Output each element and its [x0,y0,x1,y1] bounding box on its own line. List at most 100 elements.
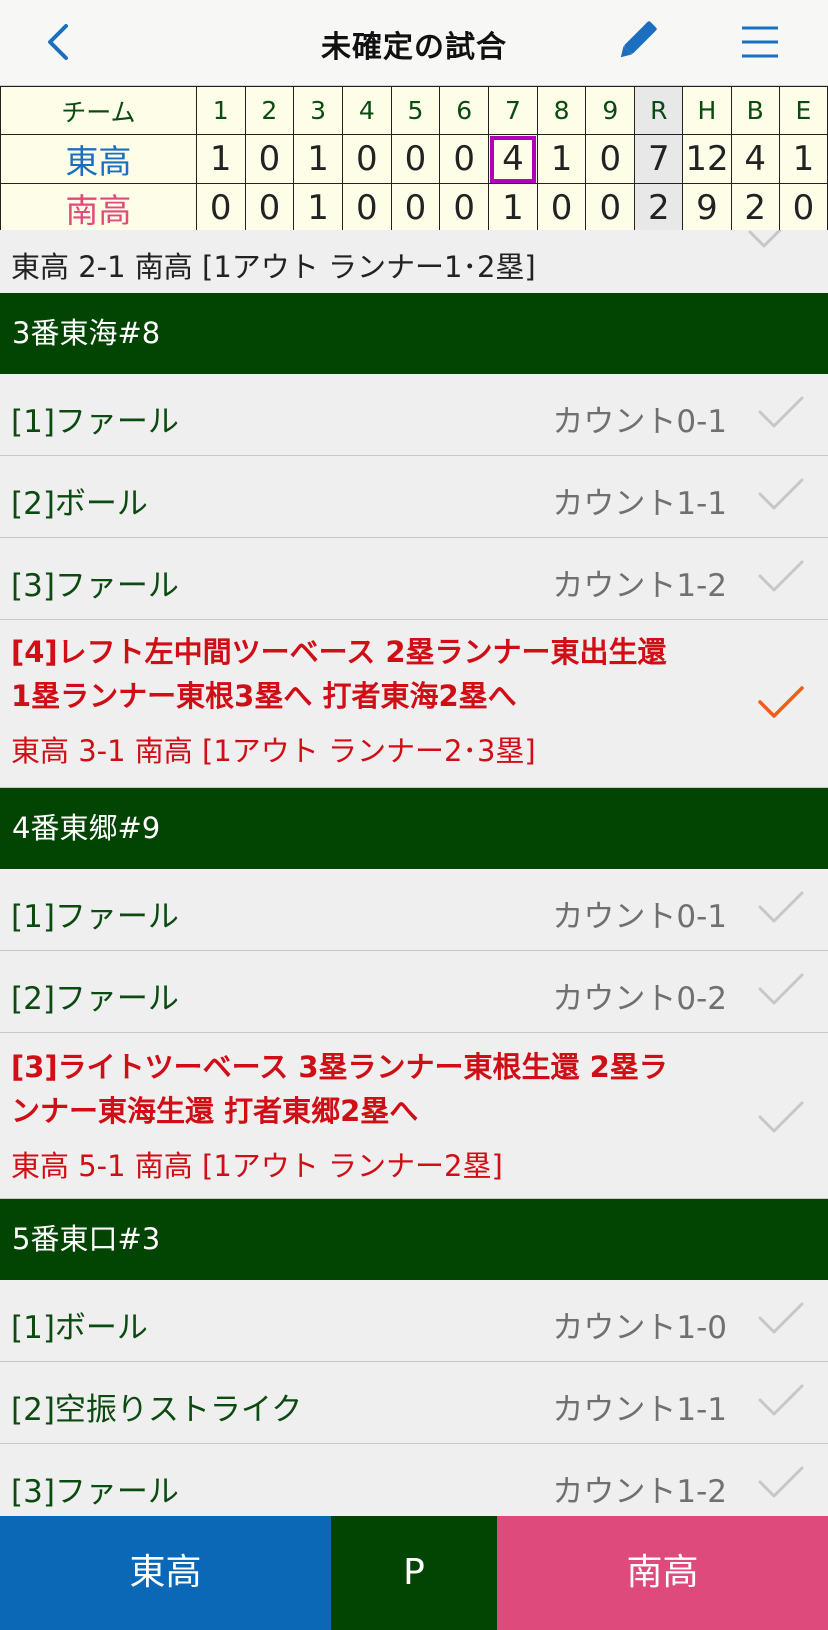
scoreboard-table: チーム 1 2 3 4 5 6 7 8 9 R H B E 東高 1 0 1 0 [0,86,828,233]
inning-score[interactable]: 0 [195,183,246,233]
pitch-count: カウント0-2 [552,981,727,1017]
pitch-count: カウント0-1 [552,404,727,440]
runs-header: R [634,86,684,135]
check-icon[interactable] [754,887,808,927]
check-icon[interactable] [744,230,798,252]
edit-button[interactable] [612,16,662,66]
pitch-label: [1]ボール [11,1310,148,1346]
pitch-row[interactable]: [2]ファール カウント0-2 [0,951,828,1033]
batter-header[interactable]: 5番東口#3 [0,1199,828,1280]
hits-total: 12 [682,134,732,184]
bases-total: 4 [730,134,780,184]
inning-header: 7 [488,86,538,135]
check-icon[interactable] [754,969,808,1009]
pitch-row[interactable]: [2]空振りストライク カウント1-1 [0,1362,828,1444]
check-icon[interactable] [754,392,808,432]
inning-score[interactable]: 0 [244,183,295,233]
check-icon-selected[interactable] [754,682,808,722]
inning-score[interactable]: 0 [439,134,490,184]
inning-score[interactable]: 0 [585,183,636,233]
runs-total: 2 [634,183,684,233]
pitch-label: [1]ファール [11,404,179,440]
inning-score[interactable]: 0 [390,134,441,184]
check-icon[interactable] [754,1380,808,1420]
pitch-row[interactable]: [1]ファール カウント0-1 [0,374,828,456]
inning-score[interactable]: 1 [293,183,343,233]
tab-south-team[interactable]: 南高 [497,1516,828,1630]
inning-header: 4 [341,86,392,135]
check-icon[interactable] [754,1097,808,1137]
inning-score[interactable]: 0 [341,183,392,233]
menu-button[interactable] [738,20,782,64]
pitch-label: [2]空振りストライク [11,1392,303,1428]
team-name-south: 南高 [0,183,197,233]
play-event-line: ンナー東海生還 打者東郷2塁へ [11,1094,419,1128]
pitch-label: [1]ファール [11,899,179,935]
pitch-count: カウント1-1 [552,1392,727,1428]
inning-score[interactable]: 0 [439,183,490,233]
check-icon[interactable] [754,1298,808,1338]
play-event-row[interactable]: [4]レフト左中間ツーベース 2塁ランナー東出生還 1塁ランナー東根3塁へ 打者… [0,620,828,788]
inning-header: 8 [536,86,587,135]
pitch-label: [3]ファール [11,568,179,604]
inning-score[interactable]: 0 [536,183,587,233]
pitch-count: カウント1-2 [552,1474,727,1510]
navigation-bar: 未確定の試合 [0,0,828,86]
scoreboard-row-east: 東高 1 0 1 0 0 0 4 1 0 7 12 4 1 [0,134,828,184]
inning-score[interactable]: 0 [390,183,441,233]
situation-summary: 東高 2-1 南高 [1アウト ランナー1･2塁] [11,250,536,284]
tab-east-team[interactable]: 東高 [0,1516,331,1630]
inning-header: 9 [585,86,636,135]
page-title: 未確定の試合 [321,30,507,65]
play-event-line: [4]レフト左中間ツーベース 2塁ランナー東出生還 [11,635,667,669]
pitch-row[interactable]: [3]ファール カウント1-2 [0,1444,828,1516]
check-icon[interactable] [754,474,808,514]
menu-icon [742,26,778,58]
inning-header: 3 [293,86,343,135]
pitch-count: カウント1-1 [552,486,727,522]
inning-score[interactable]: 1 [195,134,246,184]
pitch-count: カウント1-0 [552,1310,727,1346]
play-event-row[interactable]: [3]ライトツーベース 3塁ランナー東根生還 2塁ラ ンナー東海生還 打者東郷2… [0,1033,828,1199]
inning-score[interactable]: 1 [488,183,538,233]
inning-score[interactable]: 1 [536,134,587,184]
tab-pitcher[interactable]: P [331,1516,497,1630]
play-feed[interactable]: 東高 2-1 南高 [1アウト ランナー1･2塁] 3番東海#8 [1]ファール… [0,230,828,1516]
inning-header: 2 [244,86,295,135]
batter-header[interactable]: 4番東郷#9 [0,788,828,869]
inning-score[interactable]: 1 [293,134,343,184]
pitch-row[interactable]: [1]ボール カウント1-0 [0,1280,828,1362]
scoreboard-row-south: 南高 0 0 1 0 0 0 1 0 0 2 9 2 0 [0,183,828,233]
inning-score[interactable]: 0 [244,134,295,184]
current-inning-score[interactable]: 4 [488,134,538,184]
inning-score[interactable]: 0 [585,134,636,184]
team-name-east: 東高 [0,134,197,184]
hits-header: H [682,86,732,135]
pencil-icon [620,21,657,58]
play-event-score: 東高 5-1 南高 [1アウト ランナー2塁] [11,1149,503,1183]
scoreboard-header-row: チーム 1 2 3 4 5 6 7 8 9 R H B E [0,86,828,135]
inning-header: 5 [390,86,441,135]
app-root: 未確定の試合 チーム 1 2 3 4 5 6 7 8 9 R H B E 東高 … [0,0,828,1630]
bases-header: B [730,86,780,135]
batter-header[interactable]: 3番東海#8 [0,293,828,374]
runs-total: 7 [634,134,684,184]
inning-header: 6 [439,86,490,135]
pitch-count: カウント1-2 [552,568,727,604]
inning-header: 1 [195,86,246,135]
inning-score[interactable]: 0 [341,134,392,184]
pitch-label: [2]ボール [11,486,148,522]
pitch-label: [2]ファール [11,981,179,1017]
pitch-row[interactable]: [2]ボール カウント1-1 [0,456,828,538]
bases-total: 2 [730,183,780,233]
pitch-row[interactable]: [1]ファール カウント0-1 [0,869,828,951]
pitch-count: カウント0-1 [552,899,727,935]
team-column-header: チーム [0,86,197,135]
hits-total: 9 [682,183,732,233]
play-event-score: 東高 3-1 南高 [1アウト ランナー2･3塁] [11,734,536,768]
bottom-tab-bar: 東高 P 南高 [0,1516,828,1630]
pitch-label: [3]ファール [11,1474,179,1510]
check-icon[interactable] [754,556,808,596]
check-icon[interactable] [754,1462,808,1502]
pitch-row[interactable]: [3]ファール カウント1-2 [0,538,828,620]
